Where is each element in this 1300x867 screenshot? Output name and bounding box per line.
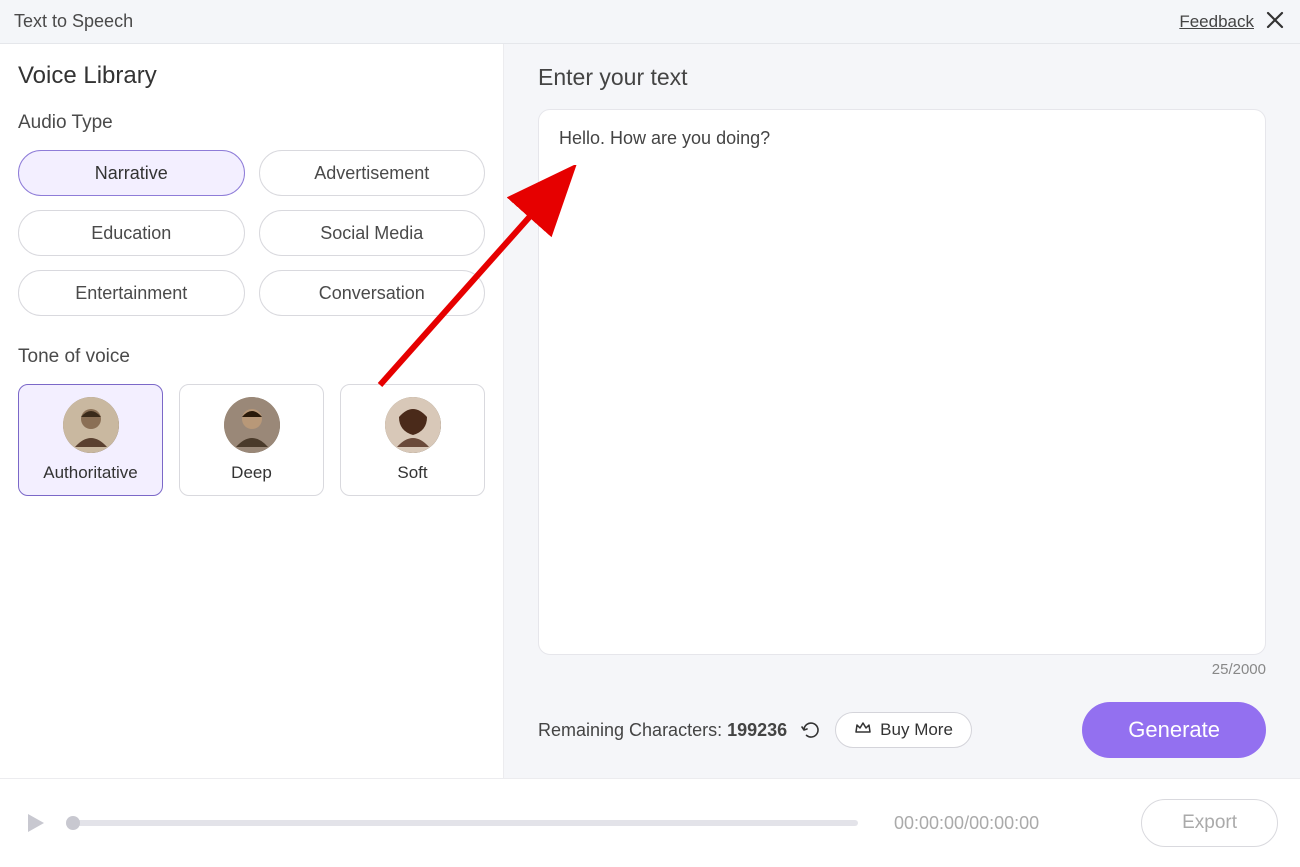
export-button[interactable]: Export (1141, 799, 1278, 847)
avatar (385, 397, 441, 453)
remaining-value: 199236 (727, 720, 787, 740)
text-input[interactable] (538, 109, 1266, 655)
voice-library-panel: Voice Library Audio Type Narrative Adver… (0, 44, 503, 778)
remaining-characters: Remaining Characters: 199236 (538, 720, 787, 741)
avatar (63, 397, 119, 453)
audio-type-social-media[interactable]: Social Media (259, 210, 486, 256)
tone-deep[interactable]: Deep (179, 384, 324, 496)
audio-type-narrative[interactable]: Narrative (18, 150, 245, 196)
tone-authoritative[interactable]: Authoritative (18, 384, 163, 496)
play-icon[interactable] (22, 810, 48, 836)
remaining-label-text: Remaining Characters: (538, 720, 727, 740)
crown-icon (854, 719, 872, 742)
audio-type-grid: Narrative Advertisement Education Social… (18, 150, 485, 316)
time-display: 00:00:00/00:00:00 (894, 813, 1039, 834)
audio-type-advertisement[interactable]: Advertisement (259, 150, 486, 196)
audio-type-label: Audio Type (18, 112, 485, 134)
tone-label-text: Soft (397, 463, 427, 483)
enter-text-heading: Enter your text (538, 64, 1266, 91)
audio-type-conversation[interactable]: Conversation (259, 270, 486, 316)
tone-label-text: Deep (231, 463, 272, 483)
tone-label-text: Authoritative (43, 463, 138, 483)
slider-thumb[interactable] (66, 816, 80, 830)
tone-soft[interactable]: Soft (340, 384, 485, 496)
char-count: 25/2000 (538, 661, 1266, 678)
buy-more-button[interactable]: Buy More (835, 712, 972, 748)
audio-type-education[interactable]: Education (18, 210, 245, 256)
voice-library-heading: Voice Library (18, 62, 485, 90)
buy-more-label: Buy More (880, 720, 953, 740)
playback-slider[interactable] (68, 820, 858, 826)
refresh-icon[interactable] (801, 720, 821, 740)
close-icon[interactable] (1264, 11, 1286, 33)
generate-button[interactable]: Generate (1082, 702, 1266, 758)
avatar (224, 397, 280, 453)
player-bar: 00:00:00/00:00:00 Export (0, 778, 1300, 867)
text-entry-panel: Enter your text 25/2000 Remaining Charac… (503, 44, 1300, 778)
audio-type-entertainment[interactable]: Entertainment (18, 270, 245, 316)
tone-label: Tone of voice (18, 346, 485, 368)
feedback-link[interactable]: Feedback (1179, 12, 1254, 32)
app-title: Text to Speech (14, 11, 133, 32)
tone-list: Authoritative Deep Soft (18, 384, 485, 496)
title-bar: Text to Speech Feedback (0, 0, 1300, 44)
